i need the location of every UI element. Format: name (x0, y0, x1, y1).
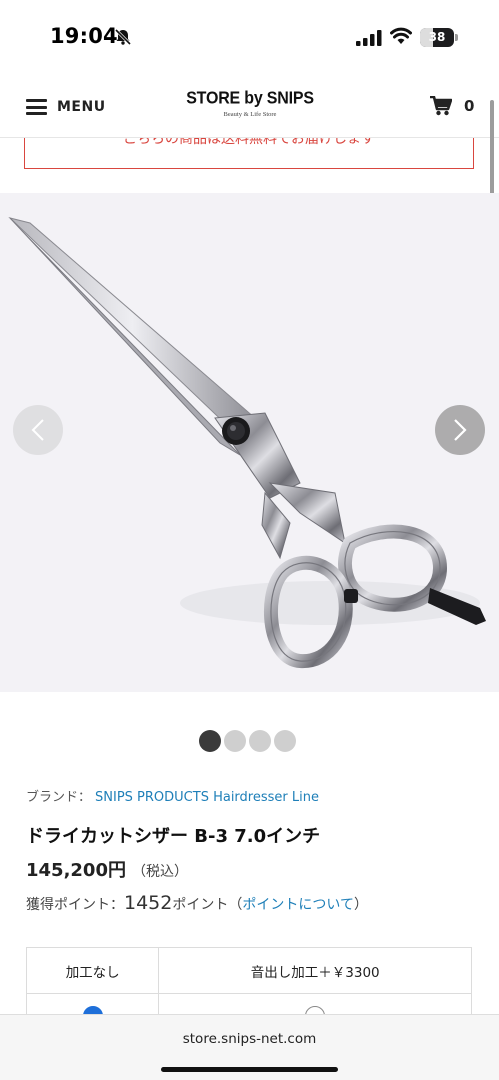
logo-subtitle: Beauty & Life Store (223, 111, 277, 118)
browser-address-bar[interactable]: store.snips-net.com (0, 1014, 499, 1080)
cart-button[interactable]: 0 (430, 96, 474, 116)
shipping-notice: こちらの商品は送料無料でお届けします (24, 138, 474, 169)
store-logo[interactable]: STORE by SNIPS Beauty & Life Store (160, 89, 340, 118)
points-paren-open: （ (228, 897, 243, 913)
option-header-sound: 音出し加工＋￥3300 (158, 947, 472, 994)
tax-note: （税込） (131, 864, 188, 880)
battery-icon: 38 (420, 28, 454, 47)
shopping-cart-icon (430, 96, 452, 116)
points-info-link[interactable]: ポイントについて (242, 897, 354, 913)
cart-count: 0 (464, 97, 475, 115)
chevron-right-icon (454, 419, 467, 441)
menu-button[interactable]: MENU (26, 98, 106, 116)
brand-label: ブランド： (26, 790, 92, 805)
carousel-next-button[interactable] (435, 405, 485, 455)
battery-percent: 38 (428, 30, 446, 44)
carousel-dot[interactable] (249, 730, 271, 752)
points-label: 獲得ポイント： (26, 897, 124, 913)
brand-row: ブランド： SNIPS PRODUCTS Hairdresser Line (26, 786, 319, 805)
product-image-carousel[interactable] (0, 193, 499, 692)
points-value: 1452 (124, 892, 173, 914)
wifi-icon (390, 27, 412, 44)
carousel-dot[interactable] (224, 730, 246, 752)
menu-label: MENU (57, 99, 106, 115)
carousel-dot[interactable] (274, 730, 296, 752)
points-row: 獲得ポイント：1452ポイント（ポイントについて） (26, 892, 368, 914)
shipping-notice-text: こちらの商品は送料無料でお届けします (123, 138, 375, 147)
carousel-prev-button[interactable] (13, 405, 63, 455)
status-time: 19:04 (50, 24, 118, 48)
product-title: ドライカットシザー B-3 7.0インチ (26, 826, 321, 847)
brand-link[interactable]: SNIPS PRODUCTS Hairdresser Line (95, 790, 319, 805)
option-header-none: 加工なし (25, 947, 160, 994)
site-header: MENU STORE by SNIPS Beauty & Life Store … (0, 72, 499, 138)
chevron-left-icon (31, 419, 44, 441)
scissors-product-photo (8, 217, 486, 669)
carousel-pagination (199, 730, 296, 752)
bell-muted-icon (114, 28, 132, 46)
points-paren-close: ） (353, 897, 368, 913)
home-indicator (161, 1067, 338, 1072)
hamburger-icon (26, 99, 47, 115)
carousel-dot[interactable] (199, 730, 221, 752)
url-text: store.snips-net.com (182, 1031, 317, 1047)
price-row: 145,200円 （税込） (26, 856, 188, 882)
points-unit: ポイント (172, 897, 229, 913)
status-bar: 19:04 38 (0, 0, 499, 72)
product-price: 145,200円 (26, 860, 126, 881)
cellular-signal-icon (356, 30, 382, 46)
logo-title: STORE by SNIPS (186, 89, 314, 108)
